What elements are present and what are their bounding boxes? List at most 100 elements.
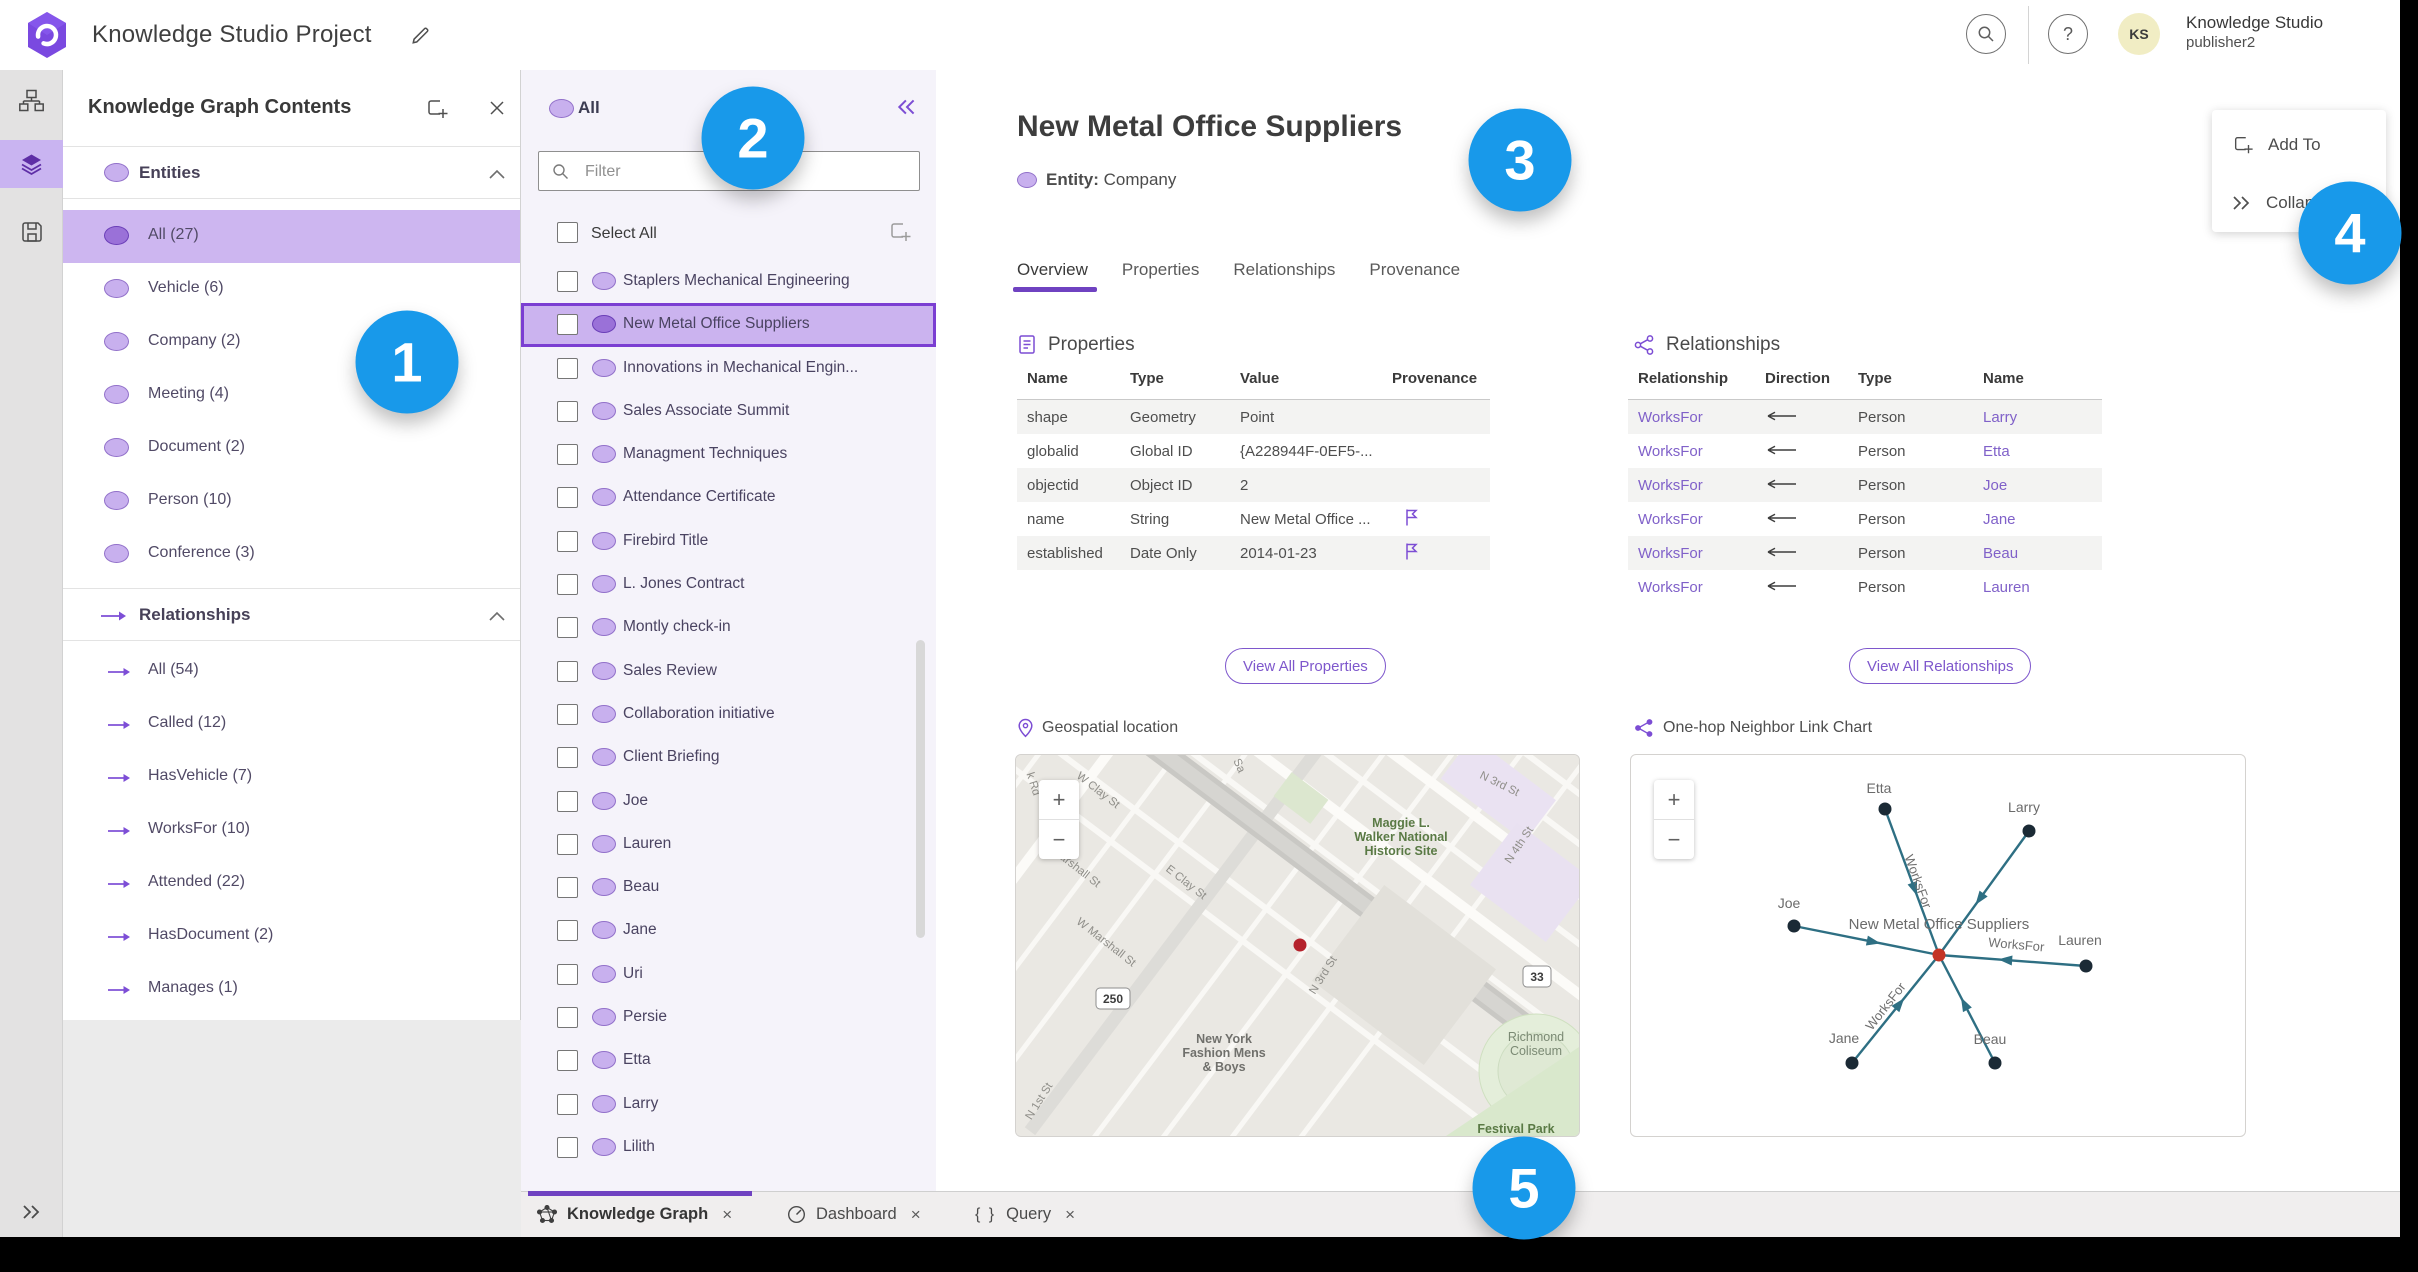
geospatial-map[interactable]: k Rd W Clay St Sa arshall St W Marshall St E … [1015, 754, 1580, 1137]
item-checkbox[interactable] [557, 1093, 578, 1115]
add-to-new-icon[interactable] [425, 97, 449, 121]
relationship-type-item[interactable]: Manages (1) [63, 963, 520, 1016]
entity-list-item[interactable]: Firebird Title [521, 520, 936, 563]
item-checkbox[interactable] [557, 487, 578, 509]
item-checkbox[interactable] [557, 877, 578, 899]
item-checkbox[interactable] [557, 703, 578, 725]
item-checkbox[interactable] [557, 444, 578, 466]
relationship-link[interactable]: WorksFor [1638, 409, 1765, 426]
item-checkbox[interactable] [557, 660, 578, 682]
entity-list-item[interactable]: Persie [521, 996, 936, 1039]
relationship-link[interactable]: WorksFor [1638, 511, 1765, 528]
relationship-type-item[interactable]: HasVehicle (7) [63, 751, 520, 804]
relationship-link[interactable]: WorksFor [1638, 443, 1765, 460]
entity-list-item[interactable]: Collaboration initiative [521, 693, 936, 736]
edit-pencil-icon[interactable] [410, 24, 432, 46]
add-to-new-icon[interactable] [888, 220, 912, 244]
entity-list-item[interactable]: Joe [521, 780, 936, 823]
relationship-type-item[interactable]: Attended (22) [63, 857, 520, 910]
item-checkbox[interactable] [557, 1007, 578, 1029]
tab-knowledge-graph[interactable]: Knowledge Graph × [537, 1192, 732, 1237]
entity-type-item[interactable]: Document (2) [63, 422, 520, 475]
select-all-checkbox[interactable] [557, 222, 578, 243]
close-tab-icon[interactable]: × [722, 1205, 732, 1225]
related-entity-link[interactable]: Joe [1983, 477, 2112, 494]
search-button[interactable] [1966, 14, 2006, 54]
collapse-panel-icon[interactable] [896, 97, 918, 117]
rail-contents-button[interactable] [0, 140, 63, 188]
view-all-properties-button[interactable]: View All Properties [1225, 648, 1386, 684]
relationship-type-item[interactable]: Called (12) [63, 698, 520, 751]
relationship-type-item[interactable]: All (54) [63, 645, 520, 698]
entity-list-item[interactable]: Etta [521, 1039, 936, 1082]
entity-list-item[interactable]: Beau [521, 866, 936, 909]
close-tab-icon[interactable]: × [1065, 1205, 1075, 1225]
provenance-flag-icon[interactable] [1404, 542, 1500, 565]
rail-expand-button[interactable] [0, 1188, 63, 1236]
detail-tab[interactable]: Provenance [1369, 260, 1460, 280]
entity-list-item[interactable]: Sales Associate Summit [521, 390, 936, 433]
item-checkbox[interactable] [557, 963, 578, 985]
entity-list-item[interactable]: Client Briefing [521, 736, 936, 779]
relationship-type-item[interactable]: HasDocument (2) [63, 910, 520, 963]
relationships-section-header[interactable]: Relationships [63, 588, 520, 641]
entity-list-item[interactable]: Innovations in Mechanical Engin... [521, 347, 936, 390]
item-checkbox[interactable] [557, 314, 578, 336]
item-checkbox[interactable] [557, 1050, 578, 1072]
add-to-menu-item[interactable]: Add To [2212, 125, 2386, 165]
entity-list-item[interactable]: Uri [521, 953, 936, 996]
entity-type-item[interactable]: Conference (3) [63, 528, 520, 581]
tab-query[interactable]: { } Query × [975, 1192, 1075, 1237]
relationship-link[interactable]: WorksFor [1638, 545, 1765, 562]
entity-list-item[interactable]: Jane [521, 909, 936, 952]
detail-tab[interactable]: Relationships [1233, 260, 1335, 280]
entity-list-item[interactable]: Attendance Certificate [521, 476, 936, 519]
relationship-type-item[interactable]: WorksFor (10) [63, 804, 520, 857]
relationship-link[interactable]: WorksFor [1638, 477, 1765, 494]
provenance-flag-icon[interactable] [1404, 508, 1500, 531]
map-zoom-out-button[interactable]: − [1039, 819, 1079, 859]
item-checkbox[interactable] [557, 920, 578, 942]
related-entity-link[interactable]: Larry [1983, 409, 2112, 426]
relationship-link[interactable]: WorksFor [1638, 579, 1765, 596]
avatar[interactable]: KS [2118, 13, 2160, 55]
view-all-relationships-button[interactable]: View All Relationships [1849, 648, 2032, 684]
item-checkbox[interactable] [557, 833, 578, 855]
related-entity-link[interactable]: Beau [1983, 545, 2112, 562]
entity-type-item[interactable]: All (27) [63, 210, 520, 263]
close-tab-icon[interactable]: × [911, 1205, 921, 1225]
entity-list-item[interactable]: Larry [521, 1083, 936, 1126]
item-checkbox[interactable] [557, 790, 578, 812]
chart-zoom-out-button[interactable]: − [1654, 819, 1694, 859]
entity-list-item[interactable]: Lilith [521, 1126, 936, 1169]
related-entity-link[interactable]: Jane [1983, 511, 2112, 528]
item-checkbox[interactable] [557, 530, 578, 552]
entity-type-item[interactable]: Person (10) [63, 475, 520, 528]
help-button[interactable]: ? [2048, 14, 2088, 54]
detail-tab[interactable]: Properties [1122, 260, 1199, 280]
related-entity-link[interactable]: Lauren [1983, 579, 2112, 596]
entity-list-item[interactable]: New Metal Office Suppliers [521, 303, 936, 347]
one-hop-link-chart[interactable]: WorksFor WorksFor WorksFor Etta Larry Joe Laur… [1630, 754, 2246, 1137]
entity-list-item[interactable]: L. Jones Contract [521, 563, 936, 606]
entity-list-item[interactable]: Sales Review [521, 650, 936, 693]
map-zoom-in-button[interactable]: + [1039, 780, 1079, 819]
rail-save-button[interactable] [0, 208, 63, 256]
item-checkbox[interactable] [557, 574, 578, 596]
item-checkbox[interactable] [557, 400, 578, 422]
tab-dashboard[interactable]: Dashboard × [787, 1192, 921, 1237]
entity-list-item[interactable]: Staplers Mechanical Engineering [521, 260, 936, 303]
chart-zoom-in-button[interactable]: + [1654, 780, 1694, 819]
list-scrollbar[interactable] [916, 640, 925, 938]
rail-data-model-button[interactable] [0, 76, 63, 124]
item-checkbox[interactable] [557, 357, 578, 379]
item-checkbox[interactable] [557, 617, 578, 639]
entity-type-item[interactable]: Vehicle (6) [63, 263, 520, 316]
entity-list-item[interactable]: Lauren [521, 823, 936, 866]
item-checkbox[interactable] [557, 271, 578, 292]
item-checkbox[interactable] [557, 1136, 578, 1158]
entity-list-item[interactable]: Montly check-in [521, 606, 936, 649]
entity-list-item[interactable]: Managment Techniques [521, 433, 936, 476]
related-entity-link[interactable]: Etta [1983, 443, 2112, 460]
item-checkbox[interactable] [557, 747, 578, 769]
